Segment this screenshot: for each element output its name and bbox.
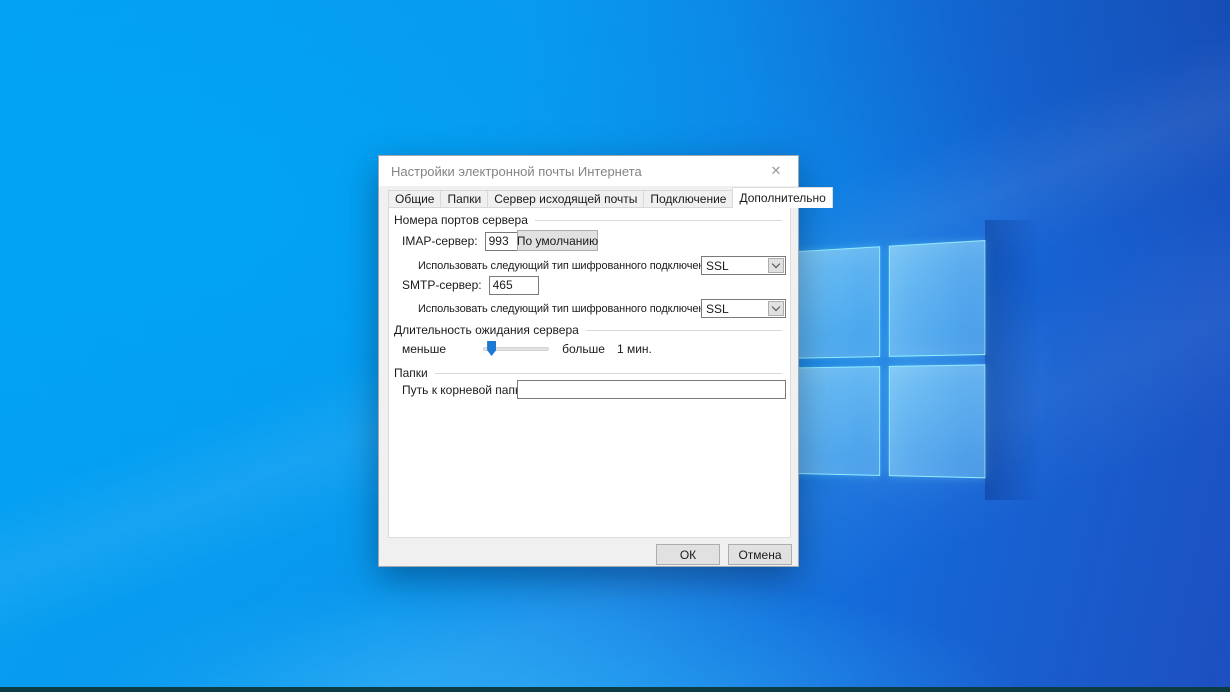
root-folder-path-label: Путь к корневой папке: xyxy=(402,383,530,397)
windows-logo-pane xyxy=(888,240,985,356)
tab-advanced[interactable]: Дополнительно xyxy=(732,187,832,208)
chevron-glyph xyxy=(772,260,780,268)
group-folders: Папки xyxy=(394,366,782,380)
group-server-timeout: Длительность ожидания сервера xyxy=(394,323,782,337)
smtp-encryption-select[interactable]: SSL xyxy=(701,299,786,318)
imap-encryption-label: Использовать следующий тип шифрованного … xyxy=(418,260,719,272)
root-folder-path-input[interactable] xyxy=(517,380,786,399)
timeout-max-label: больше xyxy=(562,342,605,356)
group-rule xyxy=(435,373,782,374)
group-rule xyxy=(535,220,782,221)
group-server-timeout-label: Длительность ожидания сервера xyxy=(394,323,579,337)
imap-encryption-value: SSL xyxy=(702,257,767,274)
group-rule xyxy=(586,330,782,331)
imap-server-label: IMAP-сервер: xyxy=(402,234,478,248)
imap-server-row: IMAP-сервер: xyxy=(402,231,535,251)
imap-encryption-select[interactable]: SSL xyxy=(701,256,786,275)
tab-general[interactable]: Общие xyxy=(388,190,441,208)
windows-logo xyxy=(789,240,985,478)
group-server-ports-label: Номера портов сервера xyxy=(394,213,528,227)
chevron-down-icon[interactable] xyxy=(768,258,784,273)
smtp-port-input[interactable] xyxy=(489,276,539,295)
chevron-down-icon[interactable] xyxy=(768,301,784,316)
windows-logo-pane xyxy=(789,246,879,358)
windows-logo-pane xyxy=(789,366,879,476)
dialog-title: Настройки электронной почты Интернета xyxy=(391,164,642,179)
timeout-slider[interactable] xyxy=(483,340,549,358)
smtp-server-label: SMTP-сервер: xyxy=(402,278,482,292)
chevron-glyph xyxy=(772,303,780,311)
smtp-server-row: SMTP-сервер: xyxy=(402,275,539,295)
tab-page-advanced: Номера портов сервера IMAP-сервер: По ум… xyxy=(388,207,791,538)
dialog-titlebar[interactable]: Настройки электронной почты Интернета xyxy=(379,156,798,186)
group-server-ports: Номера портов сервера xyxy=(394,213,782,227)
cancel-button[interactable]: Отмена xyxy=(728,544,792,565)
timeout-slider-thumb[interactable] xyxy=(487,341,496,356)
close-icon[interactable]: ✕ xyxy=(754,156,798,186)
group-folders-label: Папки xyxy=(394,366,428,380)
dialog-internet-email-settings: Настройки электронной почты Интернета ✕ … xyxy=(378,155,799,567)
timeout-current-value: 1 мин. xyxy=(617,342,652,356)
desktop: Настройки электронной почты Интернета ✕ … xyxy=(0,0,1230,692)
tab-folders[interactable]: Папки xyxy=(440,190,488,208)
ok-button[interactable]: ОК xyxy=(656,544,720,565)
taskbar-edge xyxy=(0,687,1230,692)
use-defaults-button[interactable]: По умолчанию xyxy=(517,230,598,251)
server-timeout-row: меньше больше 1 мин. xyxy=(402,340,652,358)
windows-logo-pane xyxy=(888,364,985,479)
smtp-encryption-label: Использовать следующий тип шифрованного … xyxy=(418,303,719,315)
tab-outgoing-server[interactable]: Сервер исходящей почты xyxy=(487,190,644,208)
root-folder-path-row: Путь к корневой папке: xyxy=(402,380,786,400)
smtp-encryption-value: SSL xyxy=(702,300,767,317)
timeout-min-label: меньше xyxy=(402,342,446,356)
tabstrip: Общие Папки Сервер исходящей почты Подкл… xyxy=(388,187,832,208)
tab-connection[interactable]: Подключение xyxy=(643,190,733,208)
wallpaper-shadow-band xyxy=(985,220,1040,500)
